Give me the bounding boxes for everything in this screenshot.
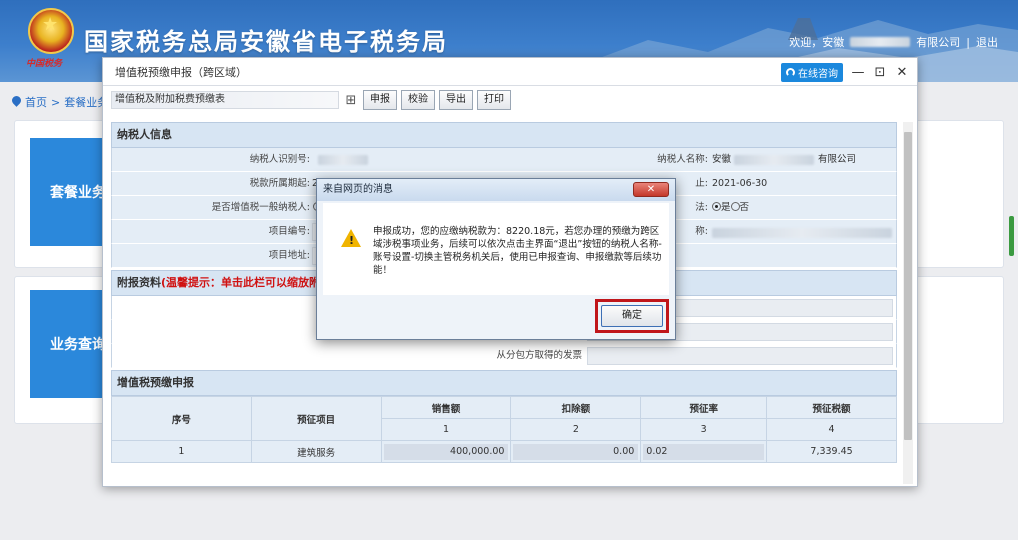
ok-button[interactable]: 确定 — [601, 305, 663, 327]
alert-title: 来自网页的消息 — [317, 179, 675, 201]
toolbar: 增值税及附加税费预缴表 ⊞ 申报 校验 导出 打印 — [111, 89, 909, 111]
col-num-4: 4 — [766, 418, 897, 441]
company-suffix: 有限公司 — [916, 36, 961, 49]
declare-button[interactable]: 申报 — [363, 90, 397, 110]
col-num-2: 2 — [510, 418, 642, 441]
form-icon[interactable]: ⊞ — [343, 93, 359, 108]
deduct-cell: 0.00 — [510, 440, 642, 463]
restore-button[interactable]: ⊡ — [873, 65, 887, 80]
window-controls: 在线咨询 — ⊡ ✕ — [781, 63, 909, 82]
welcome-text: 欢迎，安徽 — [789, 36, 845, 49]
taxpayer-id-label: 纳税人识别号: — [249, 154, 310, 165]
export-button[interactable]: 导出 — [439, 90, 473, 110]
headset-icon — [786, 68, 795, 77]
simple-method-radios[interactable]: 是否 — [712, 196, 749, 220]
radio-yes-label: 是 — [721, 202, 731, 213]
col-seq: 序号 — [111, 396, 252, 441]
warning-icon-mark: ! — [349, 234, 355, 247]
col-sales: 销售额 — [380, 396, 512, 419]
breadcrumb-arrow: > — [51, 95, 61, 109]
rate-cell: 0.02 — [640, 440, 768, 463]
close-window-button[interactable]: ✕ — [895, 65, 909, 80]
alert-close-button[interactable]: ✕ — [633, 182, 669, 197]
period-end-value: 2021-06-30 — [712, 178, 768, 189]
side-accent-bar — [1009, 216, 1014, 256]
subcontract-invoice-input[interactable] — [587, 347, 893, 365]
radio-no-label: 否 — [739, 202, 750, 213]
breadcrumb: 首页 > 套餐业务 — [12, 94, 108, 110]
col-num-1: 1 — [380, 418, 512, 441]
logout-link[interactable]: 退出 — [976, 34, 998, 50]
alert-body: ! 申报成功，您的应缴纳税款为：8220.18元，若您办理的预缴为跨区域涉税事项… — [323, 203, 669, 295]
window-titlebar: 增值税预缴申报（跨区域） 在线咨询 — ⊡ ✕ — [103, 58, 917, 86]
row-seq: 1 — [111, 440, 252, 463]
site-title: 国家税务总局安徽省电子税务局 — [84, 28, 448, 56]
web-message-dialog: 来自网页的消息 ✕ ! 申报成功，您的应缴纳税款为：8220.18元，若您办理的… — [316, 178, 676, 340]
online-consult-button[interactable]: 在线咨询 — [781, 63, 843, 82]
online-consult-label: 在线咨询 — [798, 69, 838, 80]
attachments-title: 附报资料 — [117, 276, 161, 289]
taxpayer-name-suffix: 有限公司 — [818, 154, 857, 165]
redacted-taxpayer-id — [318, 155, 368, 165]
attachment-row-invoice: 从分包方取得的发票 — [111, 344, 897, 368]
vat-table-area: 序号 预征项目 销售额 扣除额 预征率 预征税额 1 2 3 4 1 建筑服务 … — [111, 396, 897, 463]
table-row: 1 建筑服务 400,000.00 0.00 0.02 7,339.45 — [111, 440, 897, 463]
general-taxpayer-label: 是否增值税一般纳税人: — [211, 202, 310, 213]
radio-no[interactable] — [730, 202, 740, 211]
taxpayer-name-prefix: 安徽 — [712, 154, 732, 165]
taxpayer-row-1: 纳税人识别号: 纳税人名称: 安徽 有限公司 — [111, 148, 897, 172]
vat-section-header[interactable]: 增值税预缴申报 — [111, 370, 897, 396]
vertical-scrollbar[interactable] — [903, 122, 913, 484]
alert-message: 申报成功，您的应缴纳税款为：8220.18元，若您办理的预缴为跨区域涉税事项业务… — [373, 226, 662, 276]
col-tax: 预征税额 — [766, 396, 897, 419]
period-start-label: 税款所属期起: — [249, 178, 310, 189]
deduct-input[interactable]: 0.00 — [513, 443, 639, 460]
validate-button[interactable]: 校验 — [401, 90, 435, 110]
redacted-taxpayer-name — [734, 155, 814, 165]
row-item: 建筑服务 — [250, 440, 382, 463]
scrollbar-thumb[interactable] — [904, 132, 912, 440]
sales-input[interactable]: 400,000.00 — [383, 443, 509, 460]
print-button[interactable]: 打印 — [477, 90, 511, 110]
vat-table: 序号 预征项目 销售额 扣除额 预征率 预征税额 1 2 3 4 1 建筑服务 … — [111, 396, 897, 463]
taxpayer-section-header[interactable]: 纳税人信息 — [111, 122, 897, 148]
project-no-label: 项目编号: — [268, 226, 310, 237]
redacted-company — [850, 37, 911, 47]
tax-logo-text: 中国税务 — [26, 59, 63, 69]
col-deduct: 扣除额 — [510, 396, 642, 419]
taxpayer-name-label: 纳税人名称: — [657, 154, 708, 165]
attachments-hint: (温馨提示：单击此栏可以缩放附报资 — [161, 276, 343, 289]
subcontract-invoice-label: 从分包方取得的发票 — [496, 350, 582, 361]
rate-select[interactable]: 0.02 — [643, 443, 765, 460]
user-area: 欢迎，安徽 有限公司 | 退出 — [789, 34, 998, 50]
col-item: 预征项目 — [250, 396, 382, 441]
form-name-field[interactable]: 增值税及附加税费预缴表 — [111, 91, 339, 109]
vat-header-row: 序号 预征项目 销售额 扣除额 预征率 预征税额 — [111, 396, 897, 441]
window-title: 增值税预缴申报（跨区域） — [115, 65, 247, 79]
col-num-3: 3 — [640, 418, 768, 441]
redacted-project-name — [712, 228, 892, 238]
location-pin-icon — [12, 96, 21, 108]
project-addr-label: 项目地址: — [268, 250, 310, 261]
sales-cell: 400,000.00 — [380, 440, 512, 463]
col-rate: 预征率 — [640, 396, 768, 419]
radio-yes[interactable] — [712, 202, 721, 211]
separator: | — [966, 35, 970, 49]
minimize-button[interactable]: — — [851, 65, 865, 80]
national-emblem-icon: ★ — [28, 8, 74, 54]
breadcrumb-home[interactable]: 首页 — [25, 94, 47, 110]
row-tax: 7,339.45 — [766, 440, 897, 463]
